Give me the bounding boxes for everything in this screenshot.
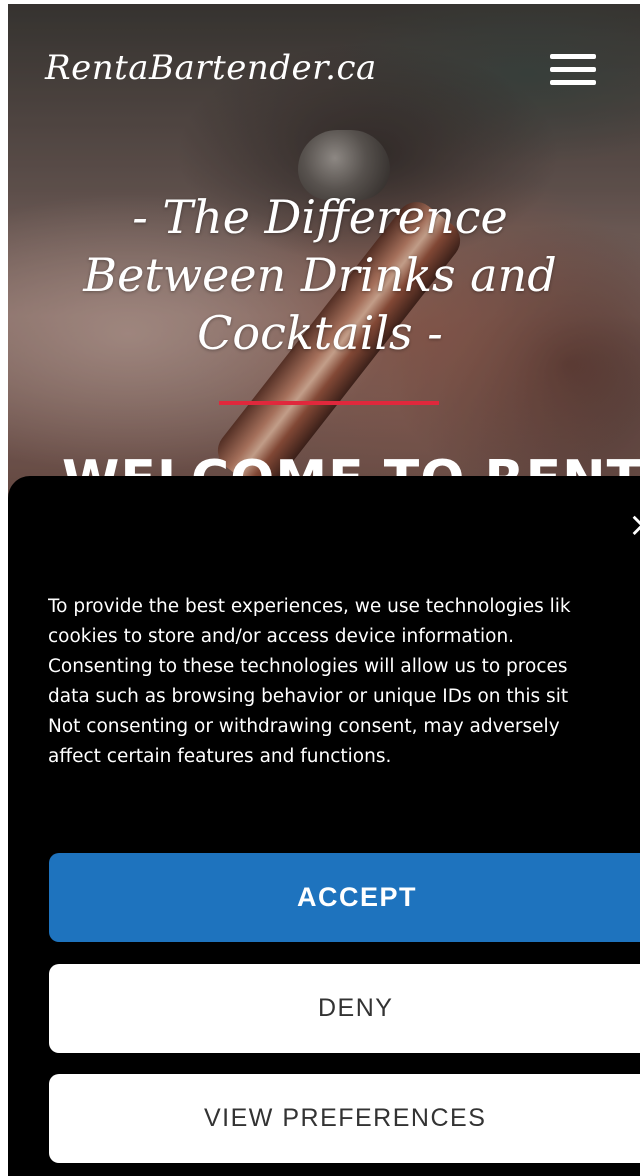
consent-text-line: Consenting to these technologies will al… [48, 656, 568, 677]
page-edge [0, 0, 8, 1137]
accept-button-label: ACCEPT [297, 882, 418, 912]
consent-message: To provide the best experiences, we use … [48, 592, 640, 772]
menu-bar-top [550, 54, 596, 59]
menu-bar-middle [550, 67, 596, 72]
headline-divider [219, 401, 439, 405]
headline-line: Between Drinks and [83, 248, 557, 302]
view-preferences-button[interactable]: VIEW PREFERENCES [49, 1074, 640, 1163]
deny-button-label: DENY [318, 994, 394, 1022]
deny-button[interactable]: DENY [49, 964, 640, 1053]
menu-bar-bottom [550, 80, 596, 85]
hamburger-menu-icon[interactable] [550, 54, 596, 88]
consent-text-line: affect certain features and functions. [48, 746, 392, 767]
consent-text-line: Not consenting or withdrawing consent, m… [48, 716, 560, 737]
site-logo[interactable]: RentaBartender.ca [45, 48, 377, 88]
cookie-consent-panel [8, 476, 640, 1176]
headline-line: - The Difference [132, 190, 508, 244]
hero-headline: - The Difference Between Drinks and Cock… [60, 188, 580, 362]
consent-text-line: cookies to store and/or access device in… [48, 626, 515, 647]
consent-text-line: To provide the best experiences, we use … [48, 596, 571, 617]
consent-text-line: data such as browsing behavior or unique… [48, 686, 569, 707]
headline-line: Cocktails - [197, 306, 443, 360]
view-preferences-label: VIEW PREFERENCES [204, 1104, 487, 1132]
close-icon[interactable]: × [628, 505, 640, 545]
accept-button[interactable]: ACCEPT [49, 853, 640, 942]
